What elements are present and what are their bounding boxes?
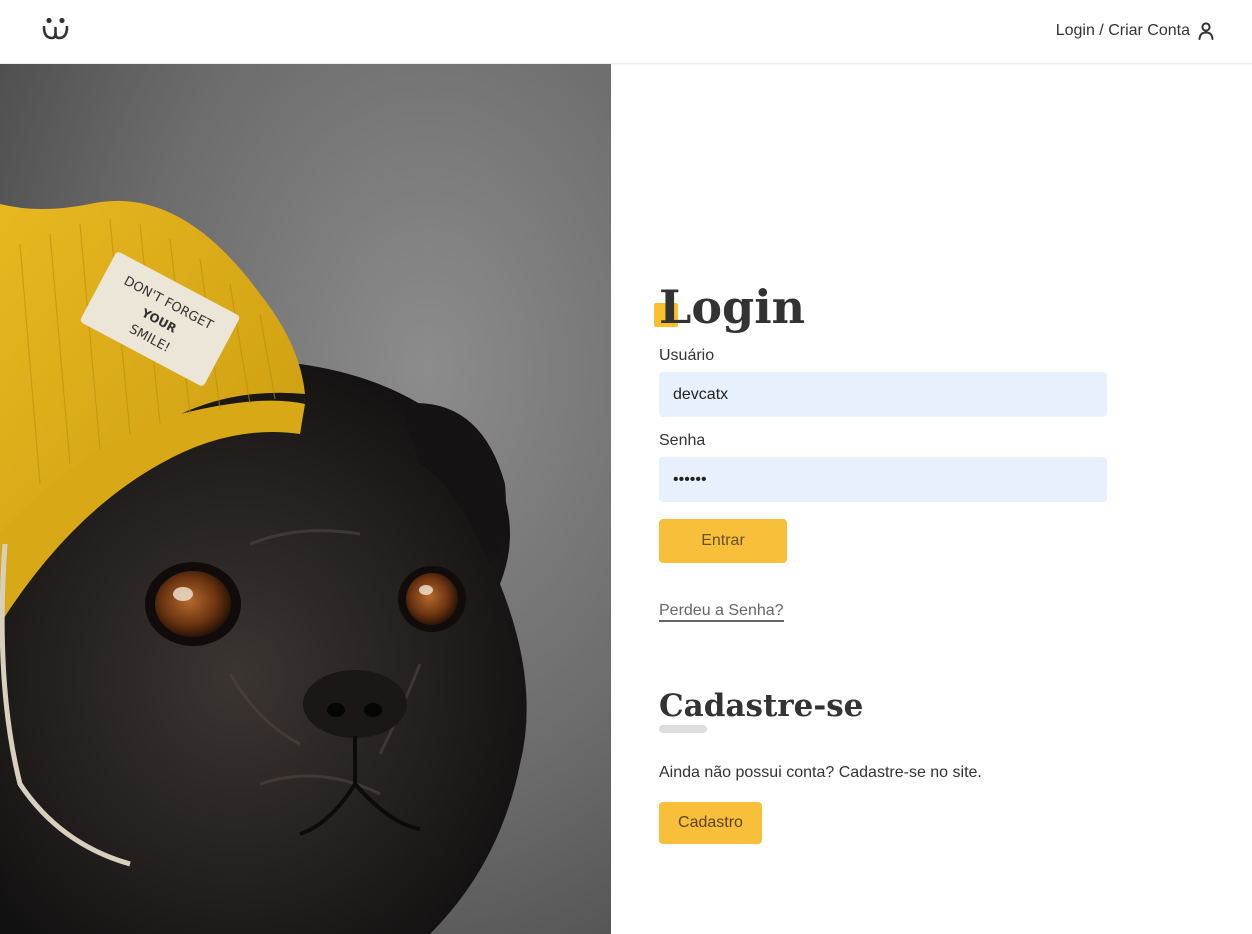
login-submit-button[interactable]: Entrar [659,519,787,563]
password-input[interactable] [659,457,1107,502]
hero-pug-photo: DON'T FORGET YOUR SMILE! [0,64,611,934]
signup-title: Cadastre-se [659,688,864,724]
dog-logo-icon[interactable] [40,16,74,44]
signup-title-bar [659,725,707,733]
signup-button[interactable]: Cadastro [659,802,762,844]
username-input[interactable] [659,372,1107,417]
password-label: Senha [659,432,706,449]
username-label: Usuário [659,347,715,364]
lost-password-link[interactable]: Perdeu a Senha? [659,602,784,622]
login-title: Login [659,280,806,334]
login-form-section: Login Usuário Senha Entrar Perdeu a Senh… [654,0,1219,934]
signup-description: Ainda não possui conta? Cadastre-se no s… [659,764,982,781]
